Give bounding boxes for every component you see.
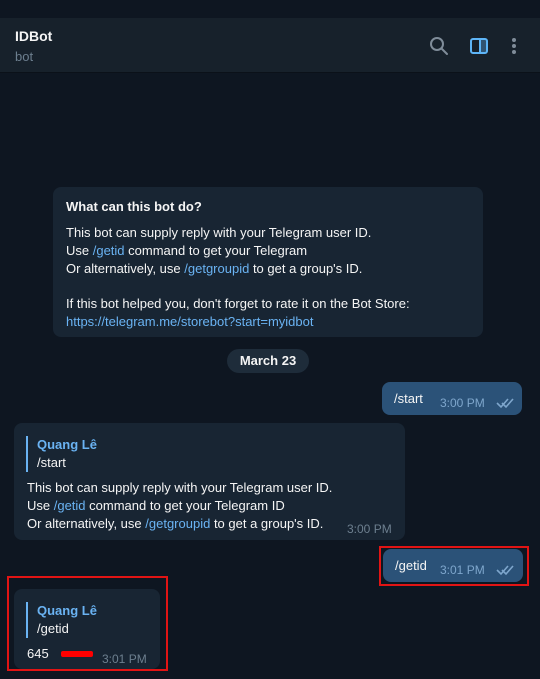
message-text: /start — [394, 391, 423, 406]
window-top-strip — [0, 0, 540, 18]
quote-sender-name: Quang Lê — [37, 437, 97, 452]
more-vert-icon[interactable] — [503, 35, 525, 57]
bot-intro-card: What can this bot do? This bot can suppl… — [53, 187, 483, 337]
chat-title[interactable]: IDBot — [15, 28, 52, 44]
message-text: This bot can supply reply with your Tele… — [27, 480, 333, 531]
getid-command-link[interactable]: /getid — [93, 243, 125, 258]
reply-quote[interactable]: Quang Lê /start — [26, 436, 97, 472]
message-time: 3:00 PM — [347, 522, 392, 536]
intro-line-2: Use /getid command to get your Telegram — [66, 243, 308, 258]
intro-title: What can this bot do? — [66, 199, 202, 214]
incoming-message-start-reply[interactable]: Quang Lê /start This bot can supply repl… — [14, 423, 405, 540]
highlight-box-id-reply — [7, 576, 168, 671]
intro-line-4: If this bot helped you, don't forget to … — [66, 296, 410, 311]
getid-command-link[interactable]: /getid — [54, 498, 86, 513]
chat-subtitle: bot — [15, 49, 34, 64]
chat-header: IDBot bot — [0, 18, 540, 73]
message-time: 3:00 PM — [440, 396, 485, 410]
intro-line-3: Or alternatively, use /getgroupid to get… — [66, 261, 363, 276]
intro-line-1: This bot can supply reply with your Tele… — [66, 225, 372, 240]
quote-text: /start — [37, 455, 66, 470]
outgoing-message-start[interactable]: /start 3:00 PM — [382, 382, 522, 415]
getgroupid-command-link[interactable]: /getgroupid — [145, 516, 210, 531]
double-check-icon — [496, 397, 514, 409]
bot-store-link[interactable]: https://telegram.me/storebot?start=myidb… — [66, 314, 313, 329]
highlight-box-getid — [379, 546, 529, 586]
getgroupid-command-link[interactable]: /getgroupid — [184, 261, 249, 276]
date-divider: March 23 — [227, 349, 309, 373]
search-icon[interactable] — [428, 35, 450, 57]
sidebar-toggle-icon[interactable] — [468, 35, 490, 57]
